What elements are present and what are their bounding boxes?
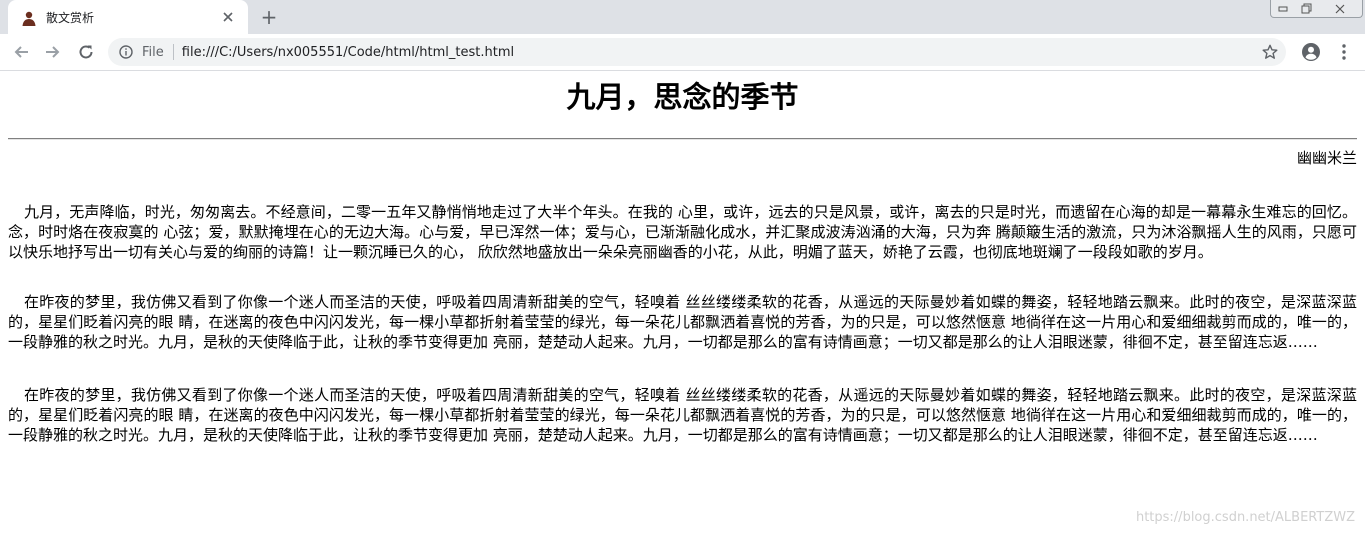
address-bar[interactable]: File file:///C:/Users/nx005551/Code/html… [108,38,1286,66]
account-icon[interactable] [1300,41,1322,63]
new-tab-button[interactable]: + [256,5,282,29]
close-icon[interactable] [1318,0,1363,18]
tab-title: 散文赏析 [46,10,95,25]
author-name: 幽幽米兰 [1296,149,1357,167]
minimize-icon[interactable] [1270,0,1296,18]
more-vert-icon[interactable] [1334,41,1354,63]
horizontal-rule [8,138,1357,140]
person-silhouette-icon [20,8,38,26]
browser-tab[interactable]: 散文赏析 [8,0,248,34]
tab-strip: 散文赏析 + [0,0,1365,34]
scheme-label: File [142,44,164,60]
omnibox-divider [172,44,174,60]
paragraph-1: 九月，无声降临，时光，匆匆离去。不经意间，二零一五年又静悄悄地走过了大半个年头。… [8,203,1357,261]
star-icon[interactable] [1262,44,1278,60]
tab-close-icon[interactable] [218,7,238,27]
paragraph-2: 在昨夜的梦里，我仿佛又看到了你像一个迷人而圣洁的天使，呼吸着四周清新甜美的空气，… [8,293,1357,351]
forward-arrow-icon[interactable] [40,39,66,65]
page-title: 九月，思念的季节 [566,80,799,114]
reload-icon[interactable] [73,39,99,65]
watermark: https://blog.csdn.net/ALBERTZWZ [1135,510,1355,525]
url-text[interactable]: file:///C:/Users/nx005551/Code/html/html… [182,45,514,60]
page-content: 九月，思念的季节 幽幽米兰 九月，无声降临，时光，匆匆离去。不经意间，二零一五年… [0,71,1365,533]
browser-toolbar: File file:///C:/Users/nx005551/Code/html… [0,34,1365,71]
back-arrow-icon[interactable] [8,39,34,65]
restore-icon[interactable] [1294,0,1319,18]
paragraph-3: 在昨夜的梦里，我仿佛又看到了你像一个迷人而圣洁的天使，呼吸着四周清新甜美的空气，… [8,386,1357,444]
info-icon[interactable] [118,44,134,60]
